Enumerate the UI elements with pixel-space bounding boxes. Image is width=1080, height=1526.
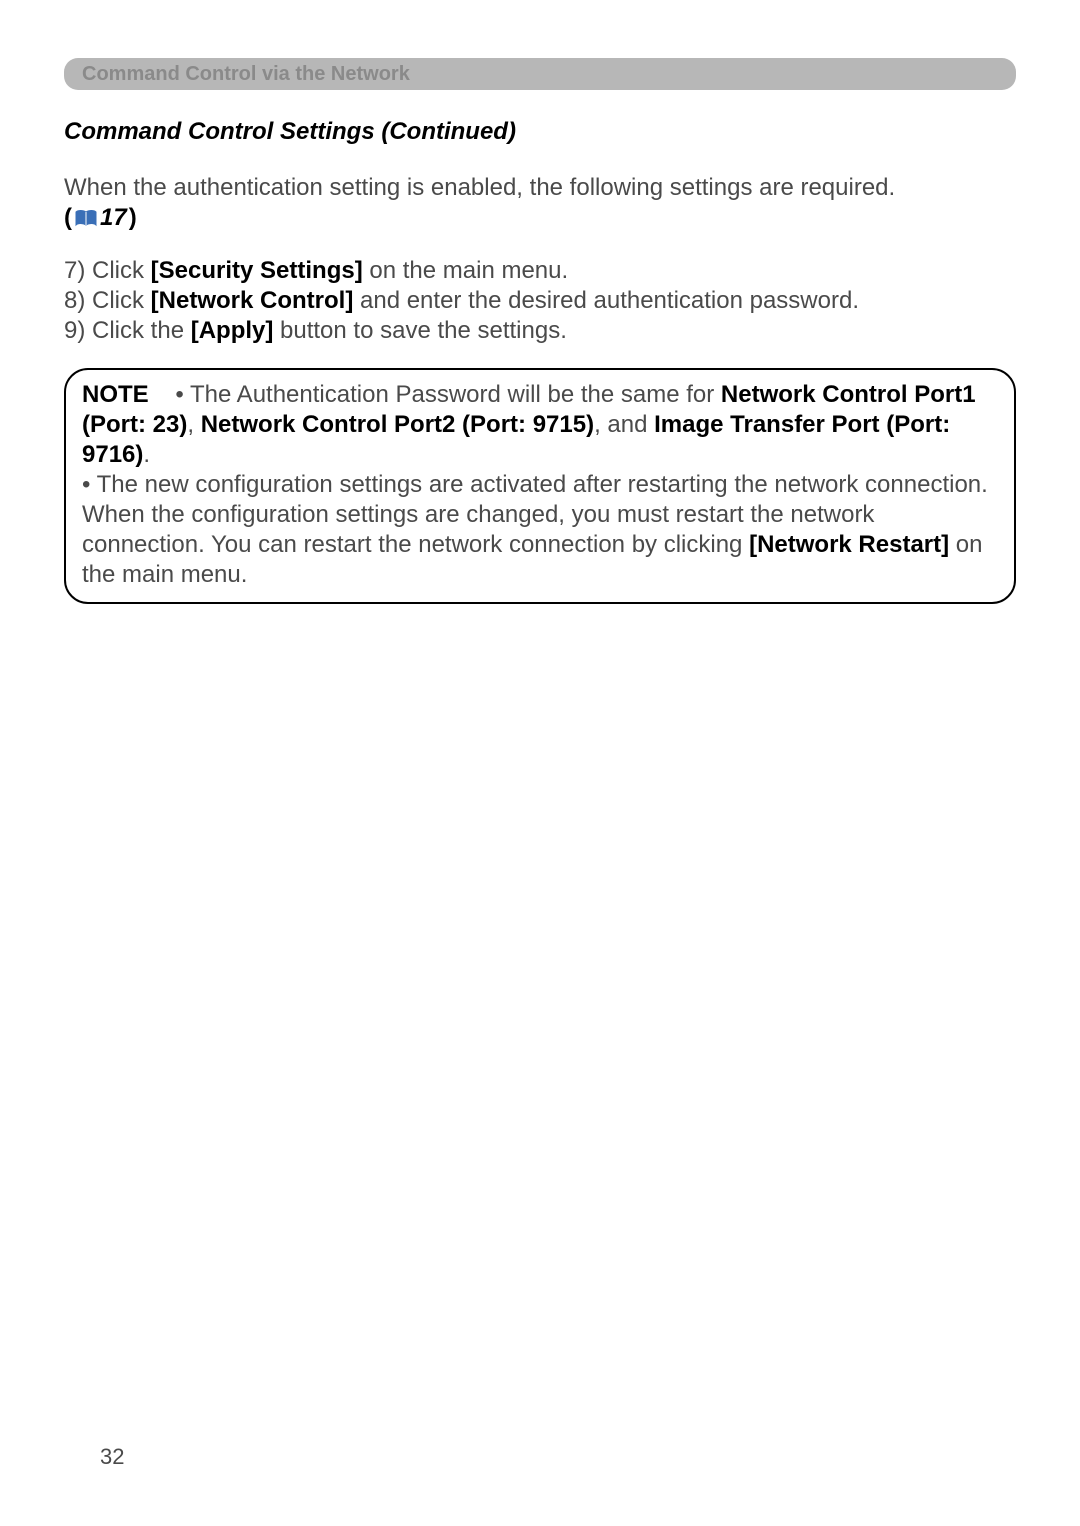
step-7-post: on the main menu. (363, 257, 568, 284)
note-p1-b2: Network Control Port2 (Port: 9715) (201, 411, 594, 438)
step-8: 8) Click [Network Control] and enter the… (64, 286, 1016, 316)
section-banner-title: Command Control via the Network (82, 63, 410, 86)
steps-list: 7) Click [Security Settings] on the main… (64, 256, 1016, 346)
step-7: 7) Click [Security Settings] on the main… (64, 256, 1016, 286)
section-banner: Command Control via the Network (64, 58, 1016, 90)
note-p1-a: • The Authentication Password will be th… (175, 381, 721, 408)
book-icon (74, 204, 98, 232)
cross-reference: ( 17 ) (64, 204, 137, 232)
note-box: NOTE • The Authentication Password will … (64, 368, 1016, 604)
step-8-post: and enter the desired authentication pas… (353, 287, 859, 314)
xref-close-paren: ) (129, 204, 137, 232)
step-9-post: button to save the settings. (273, 317, 567, 344)
step-8-pre: 8) Click (64, 287, 151, 314)
subheading: Command Control Settings (Continued) (64, 118, 1016, 146)
intro-text: When the authentication setting is enabl… (64, 174, 1016, 202)
note-p2-b: [Network Restart] (749, 531, 949, 558)
xref-page: 17 (100, 204, 127, 232)
note-label: NOTE (82, 381, 149, 408)
step-9: 9) Click the [Apply] button to save the … (64, 316, 1016, 346)
step-7-bold: [Security Settings] (151, 257, 363, 284)
note-p1-d: , and (594, 411, 654, 438)
step-7-pre: 7) Click (64, 257, 151, 284)
document-page: Command Control via the Network Command … (0, 0, 1080, 1526)
xref-open-paren: ( (64, 204, 72, 232)
page-number: 32 (100, 1444, 124, 1470)
step-9-pre: 9) Click the (64, 317, 191, 344)
step-8-bold: [Network Control] (151, 287, 354, 314)
note-p1-c: , (187, 411, 200, 438)
step-9-bold: [Apply] (191, 317, 274, 344)
note-p1-e: . (143, 441, 150, 468)
